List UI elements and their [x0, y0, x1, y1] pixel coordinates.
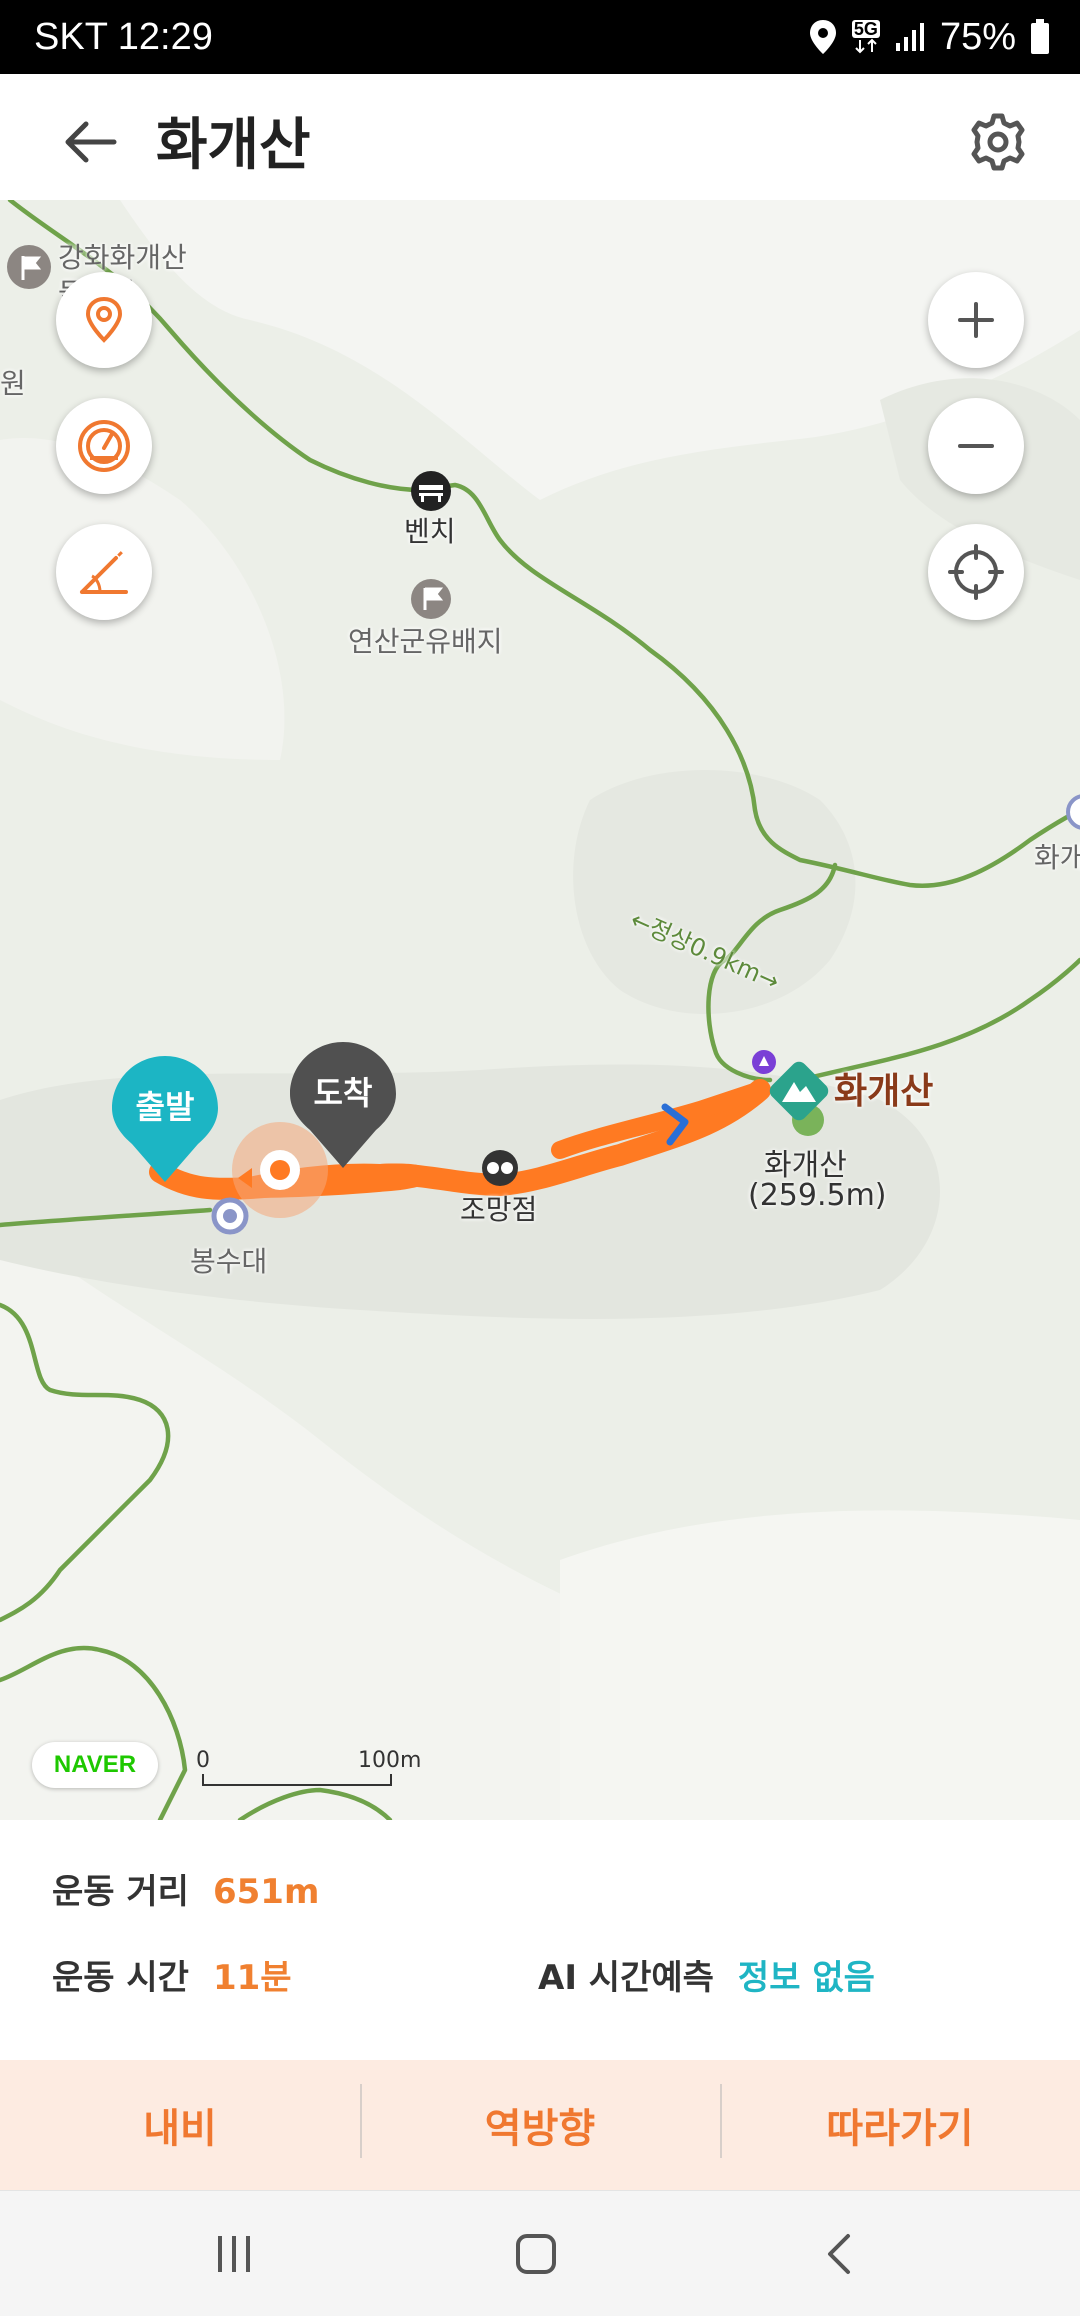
summit-big-label: 화개산	[834, 1071, 934, 1112]
navi-button[interactable]: 내비	[0, 2060, 360, 2190]
beacon-poi-icon	[211, 1197, 249, 1235]
zoom-out-icon	[958, 444, 994, 448]
trail-top-label: 강화화개산	[58, 241, 187, 274]
back-button[interactable]	[50, 102, 130, 182]
slope-button[interactable]	[56, 524, 152, 620]
viewpoint-label: 조망점	[460, 1193, 538, 1226]
slope-icon	[80, 550, 128, 594]
end-pin-label: 도착	[313, 1074, 373, 1112]
end-pin[interactable]: 도착	[290, 1042, 396, 1170]
scale-max-label: 100m	[358, 1748, 422, 1773]
recent-apps-icon	[218, 2236, 250, 2272]
time-value: 11분	[212, 1958, 292, 1998]
app-header: 화개산	[0, 74, 1080, 200]
beacon-label: 봉수대	[190, 1245, 268, 1278]
right-edge-poi-icon	[1066, 794, 1080, 830]
naver-logo: NAVER	[32, 1742, 158, 1788]
page-title: 화개산	[156, 113, 311, 178]
arrow-left-icon	[65, 121, 117, 163]
network-label: 5G	[851, 19, 880, 39]
network-icon: 5G	[851, 19, 880, 54]
back-chevron-icon	[828, 2234, 850, 2274]
distance-value: 651m	[212, 1872, 320, 1912]
home-button[interactable]	[496, 2219, 576, 2289]
summit-mountain-icon	[752, 1050, 829, 1136]
viewpoint-icon	[482, 1150, 518, 1186]
speedometer-icon	[78, 420, 130, 472]
zoom-in-icon	[958, 302, 994, 338]
camp-label: 연산군유배지	[348, 625, 503, 658]
battery-icon	[1030, 19, 1050, 55]
speed-button[interactable]	[56, 398, 152, 494]
start-pin-label: 출발	[135, 1088, 195, 1126]
location-button[interactable]	[56, 272, 152, 368]
edge-left-label: 원	[0, 367, 26, 400]
home-icon	[516, 2234, 556, 2274]
map-view[interactable]: 강화화개산 둘레길 원 벤치 연산군유배지 ←정상0.9km→ 화개 화개산 화…	[0, 200, 1080, 1820]
back-nav-button[interactable]	[800, 2219, 880, 2289]
start-pin[interactable]: 출발	[112, 1056, 218, 1184]
system-nav-bar	[0, 2190, 1080, 2316]
signal-icon	[894, 21, 926, 53]
camp-flag-icon	[411, 579, 451, 619]
bench-icon	[411, 471, 451, 511]
ai-prediction-value: 정보 없음	[737, 1958, 875, 1998]
map-canvas	[0, 200, 1080, 1820]
distance-row: 운동 거리 651m	[52, 1864, 319, 1913]
action-bar: 내비 역방향 따라가기	[0, 2060, 1080, 2190]
battery-text: 75%	[939, 15, 1016, 58]
carrier-time: SKT 12:29	[34, 16, 213, 58]
crosshair-icon	[948, 544, 1004, 600]
flag-poi-icon	[7, 245, 51, 289]
summit-elev-label: (259.5m)	[748, 1178, 887, 1213]
distance-label: 운동 거리	[52, 1872, 189, 1912]
bench-label: 벤치	[404, 515, 456, 548]
scale-bar	[202, 1774, 392, 1786]
my-location-button[interactable]	[928, 524, 1024, 620]
recent-apps-button[interactable]	[194, 2219, 274, 2289]
status-bar: SKT 12:29 5G 75%	[0, 0, 1080, 74]
time-row: 운동 시간 11분	[52, 1950, 292, 1999]
location-pin-icon	[85, 296, 123, 343]
zoom-in-button[interactable]	[928, 272, 1024, 368]
right-edge-label: 화개	[1034, 841, 1080, 874]
zoom-out-button[interactable]	[928, 398, 1024, 494]
gear-icon	[971, 113, 1025, 171]
ai-prediction-label: AI 시간예측	[538, 1958, 714, 1998]
follow-button[interactable]: 따라가기	[720, 2060, 1080, 2190]
location-icon	[808, 18, 838, 56]
settings-button[interactable]	[956, 100, 1040, 184]
reverse-button[interactable]: 역방향	[360, 2060, 720, 2190]
time-label: 운동 시간	[52, 1958, 189, 1998]
scale-zero-label: 0	[196, 1748, 210, 1773]
workout-info-panel: 운동 거리 651m 운동 시간 11분 AI 시간예측 정보 없음	[0, 1820, 1080, 2060]
ai-prediction-row: AI 시간예측 정보 없음	[538, 1950, 875, 1999]
